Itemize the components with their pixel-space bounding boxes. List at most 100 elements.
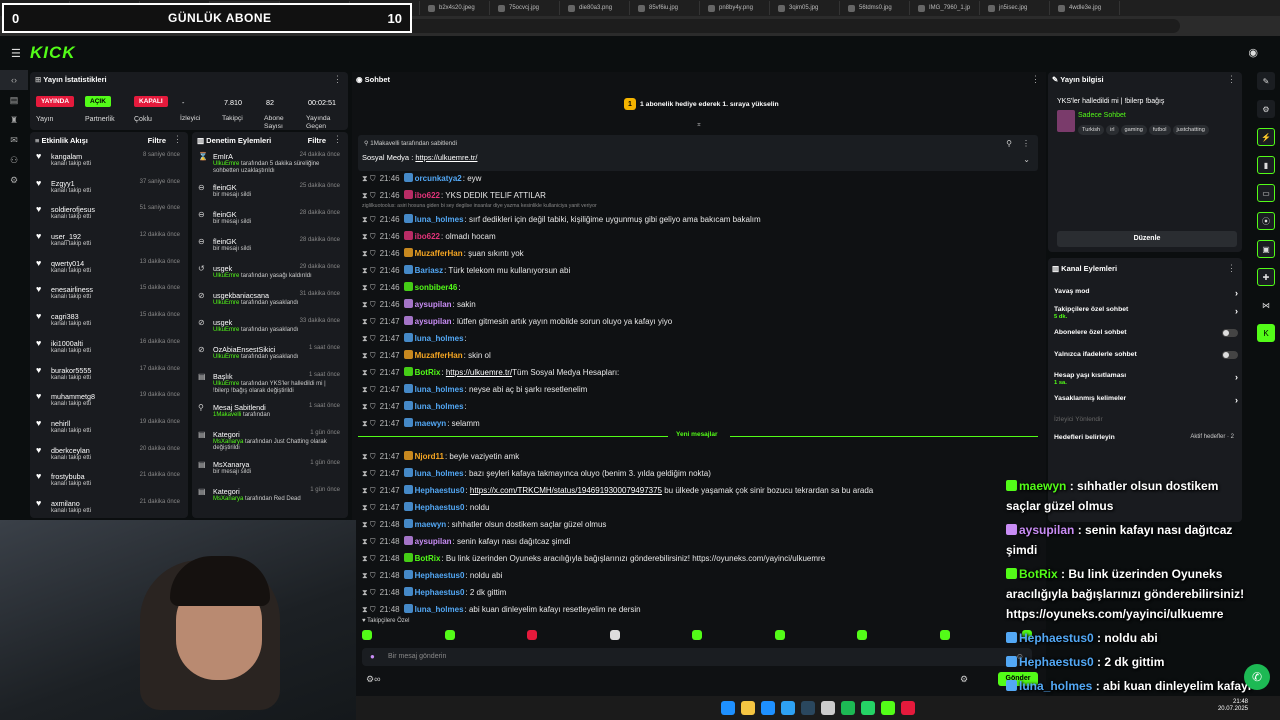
chat-message[interactable]: ⧗ ⛉ 21:46 sonbiber46: (362, 282, 461, 293)
chat-username[interactable]: aysupilan (415, 537, 452, 546)
chat-username[interactable]: luna_holmes (415, 334, 464, 343)
chat-message[interactable]: ⧗ ⛉ 21:48 maewyn: sıhhatler olsun dostikem… (362, 519, 606, 530)
modlog-item[interactable]: ⊘ usgek UlkuEmre tarafından yasaklandı 33 d… (192, 314, 348, 341)
toggle-switch[interactable] (1222, 351, 1238, 359)
taskbar-app-icon[interactable] (801, 701, 815, 715)
activity-item[interactable]: ♥ dberkceylan kanalı takip etti 20 dakika ö… (30, 442, 188, 469)
user-icon[interactable]: ◉ (1248, 46, 1258, 59)
toggle-switch[interactable] (1222, 329, 1238, 337)
settings-icon[interactable]: ⚙ (1257, 100, 1275, 118)
mod-actions-icon[interactable]: ⧗ ⛉ (362, 334, 376, 343)
taskbar-app-icon[interactable] (821, 701, 835, 715)
activity-item[interactable]: ♥ iki1000alti kanalı takip etti 16 dakika ö… (30, 335, 188, 362)
browser-tab[interactable]: jn5isec.jpg (980, 1, 1050, 15)
activity-item[interactable]: ♥ Ezgyy1 kanalı takip etti 37 saniye önce (30, 175, 188, 202)
users-icon[interactable]: ⚇ (0, 150, 28, 170)
share-icon[interactable]: ⋈ (1257, 296, 1275, 314)
chevron-right-icon[interactable]: › (1235, 288, 1238, 298)
chat-message[interactable]: ⧗ ⛉ 21:47 MuzafferHan: skin ol (362, 350, 491, 361)
chat-message[interactable]: ⧗ ⛉ 21:47 luna_holmes: neyse abi aç bi şar… (362, 384, 587, 395)
chat-tools-icon[interactable]: ⚙∞ (366, 674, 380, 685)
modlog-item[interactable]: ▤ Kategori MsXanarya tarafından Red Dead 1 … (192, 483, 348, 510)
mod-actions-icon[interactable]: ⧗ ⛉ (362, 215, 376, 224)
activity-filter-button[interactable]: Filtre (148, 136, 166, 145)
pinned-expand-icon[interactable]: ⌄ (1023, 155, 1030, 164)
chat-username[interactable]: luna_holmes (415, 402, 464, 411)
actions-menu-icon[interactable]: ⋮ (1227, 263, 1236, 274)
stream-tag[interactable]: justchatting (1172, 125, 1209, 135)
kick-logo[interactable]: KICK (30, 43, 76, 63)
goals-label[interactable]: Hedefleri belirleyin (1054, 434, 1115, 441)
chat-username[interactable]: Hephaestus0 (415, 588, 465, 597)
browser-tab[interactable]: 85vf6iu.jpg (630, 1, 700, 15)
chat-message[interactable]: ⧗ ⛉ 21:47 luna_holmes: (362, 401, 467, 412)
message-link[interactable]: https://ulkuemre.tr/ (446, 368, 512, 377)
trophy-icon[interactable]: ♜ (0, 110, 28, 130)
settings-icon[interactable]: ⚙ (0, 170, 28, 190)
chat-username[interactable]: luna_holmes (415, 215, 464, 224)
chat-message[interactable]: ⧗ ⛉ 21:47 Njord11: beyle vaziyetin amk (362, 451, 519, 462)
channel-action-row[interactable]: Takipçilere özel sohbet 5 dk. › (1054, 306, 1242, 320)
chat-message[interactable]: ⧗ ⛉ 21:47 luna_holmes: bazı şeyleri kafaya… (362, 468, 711, 479)
chat-message[interactable]: ⧗ ⛉ 21:46 MuzafferHan: şuan sıkıntı yok (362, 248, 524, 259)
activity-menu-icon[interactable]: ⋮ (173, 134, 182, 145)
taskbar-app-icon[interactable] (841, 701, 855, 715)
modlog-item[interactable]: ▤ MsXanarya bir mesajı sildi 1 gün önce (192, 456, 348, 483)
chat-message[interactable]: ⧗ ⛉ 21:47 aysupilan: lütfen gitmesin artık… (362, 316, 672, 327)
chat-message[interactable]: ⧗ ⛉ 21:46 orcunkatya2: eyw (362, 173, 481, 184)
mod-actions-icon[interactable]: ⧗ ⛉ (362, 486, 376, 495)
mod-actions-icon[interactable]: ⧗ ⛉ (362, 554, 376, 563)
emote-icon[interactable] (774, 630, 785, 640)
modlog-item[interactable]: ⊖ fleinGK bir mesajı sildi 28 dakika önce (192, 206, 348, 233)
activity-item[interactable]: ♥ muhammetg8 kanalı takip etti 19 dakika ön… (30, 388, 188, 415)
taskbar-app-icon[interactable] (721, 701, 735, 715)
chat-message[interactable]: ⧗ ⛉ 21:46 aysupilan: sakin (362, 299, 476, 310)
chat-message[interactable]: ⧗ ⛉ 21:48 Hephaestus0: noldu abi (362, 570, 502, 581)
stream-tag[interactable]: futbol (1148, 125, 1171, 135)
browser-tab[interactable]: 4wdle3e.jpg (1050, 1, 1120, 15)
chat-username[interactable]: aysupilan (415, 317, 452, 326)
mod-actions-icon[interactable]: ⧗ ⛉ (362, 503, 376, 512)
chat-username[interactable]: sonbiber46 (415, 283, 458, 292)
collapse-icon[interactable]: ⌅ (696, 120, 702, 128)
info-menu-icon[interactable]: ⋮ (1227, 74, 1236, 85)
chat-username[interactable]: Njord11 (415, 452, 444, 461)
chevron-right-icon[interactable]: › (1235, 372, 1238, 382)
browser-tab[interactable]: b2x4s20.jpeg (420, 1, 490, 15)
pinned-menu-icon[interactable]: ⋮ (1022, 139, 1030, 148)
browser-tab[interactable]: 56tdms0.jpg (840, 1, 910, 15)
unpin-icon[interactable]: ⚲ (1006, 139, 1012, 148)
kick-app-icon[interactable]: K (1257, 324, 1275, 342)
modlog-item[interactable]: ⊖ fleinGK bir mesajı sildi 28 dakika önce (192, 233, 348, 260)
mod-actions-icon[interactable]: ⧗ ⛉ (362, 191, 376, 200)
activity-item[interactable]: ♥ enesairliness kanalı takip etti 15 dakika… (30, 281, 188, 308)
mod-actions-icon[interactable]: ⧗ ⛉ (362, 571, 376, 580)
menu-icon[interactable]: ☰ (11, 47, 21, 60)
chat-username[interactable]: Hephaestus0 (415, 486, 465, 495)
bolt-icon[interactable]: ⚡ (1257, 128, 1275, 146)
chat-username[interactable]: maewyn (415, 419, 447, 428)
chat-input[interactable]: ● Bir mesaj gönderin ☺ (362, 648, 1032, 666)
activity-item[interactable]: ♥ nehirll kanalı takip etti 19 dakika önce (30, 415, 188, 442)
channel-action-row[interactable]: Yasaklanmış kelimeler › (1054, 395, 1242, 405)
channel-action-row[interactable]: Yalnızca ifadelerle sohbet (1054, 351, 1242, 359)
emote-icon[interactable] (444, 630, 455, 640)
chat-message[interactable]: ⧗ ⛉ 21:47 luna_holmes: (362, 333, 467, 344)
category-name[interactable]: Sadece Sohbet (1078, 112, 1126, 119)
activity-item[interactable]: ♥ qwerty014 kanalı takip etti 13 dakika önc… (30, 255, 188, 282)
chat-message[interactable]: ⧗ ⛉ 21:48 BotRix: Bu link üzerinden Oyunek… (362, 553, 825, 564)
mod-actions-icon[interactable]: ⧗ ⛉ (362, 402, 376, 411)
mod-actions-icon[interactable]: ⧗ ⛉ (362, 368, 376, 377)
wrench-icon[interactable]: ✚ (1257, 268, 1275, 286)
mod-actions-icon[interactable]: ⧗ ⛉ (362, 452, 376, 461)
browser-tab[interactable]: 75ocvcj.jpg (490, 1, 560, 15)
chat-message[interactable]: ⧗ ⛉ 21:47 Hephaestus0: noldu (362, 502, 489, 513)
channel-action-row[interactable]: Abonelere özel sohbet (1054, 329, 1242, 337)
stream-tag[interactable]: gaming (1120, 125, 1147, 135)
chat-username[interactable]: luna_holmes (415, 469, 464, 478)
mod-actions-icon[interactable]: ⧗ ⛉ (362, 174, 376, 183)
mod-actions-icon[interactable]: ⧗ ⛉ (362, 266, 376, 275)
mod-actions-icon[interactable]: ⧗ ⛉ (362, 300, 376, 309)
chat-username[interactable]: luna_holmes (415, 605, 464, 614)
emote-icon[interactable] (692, 630, 702, 640)
